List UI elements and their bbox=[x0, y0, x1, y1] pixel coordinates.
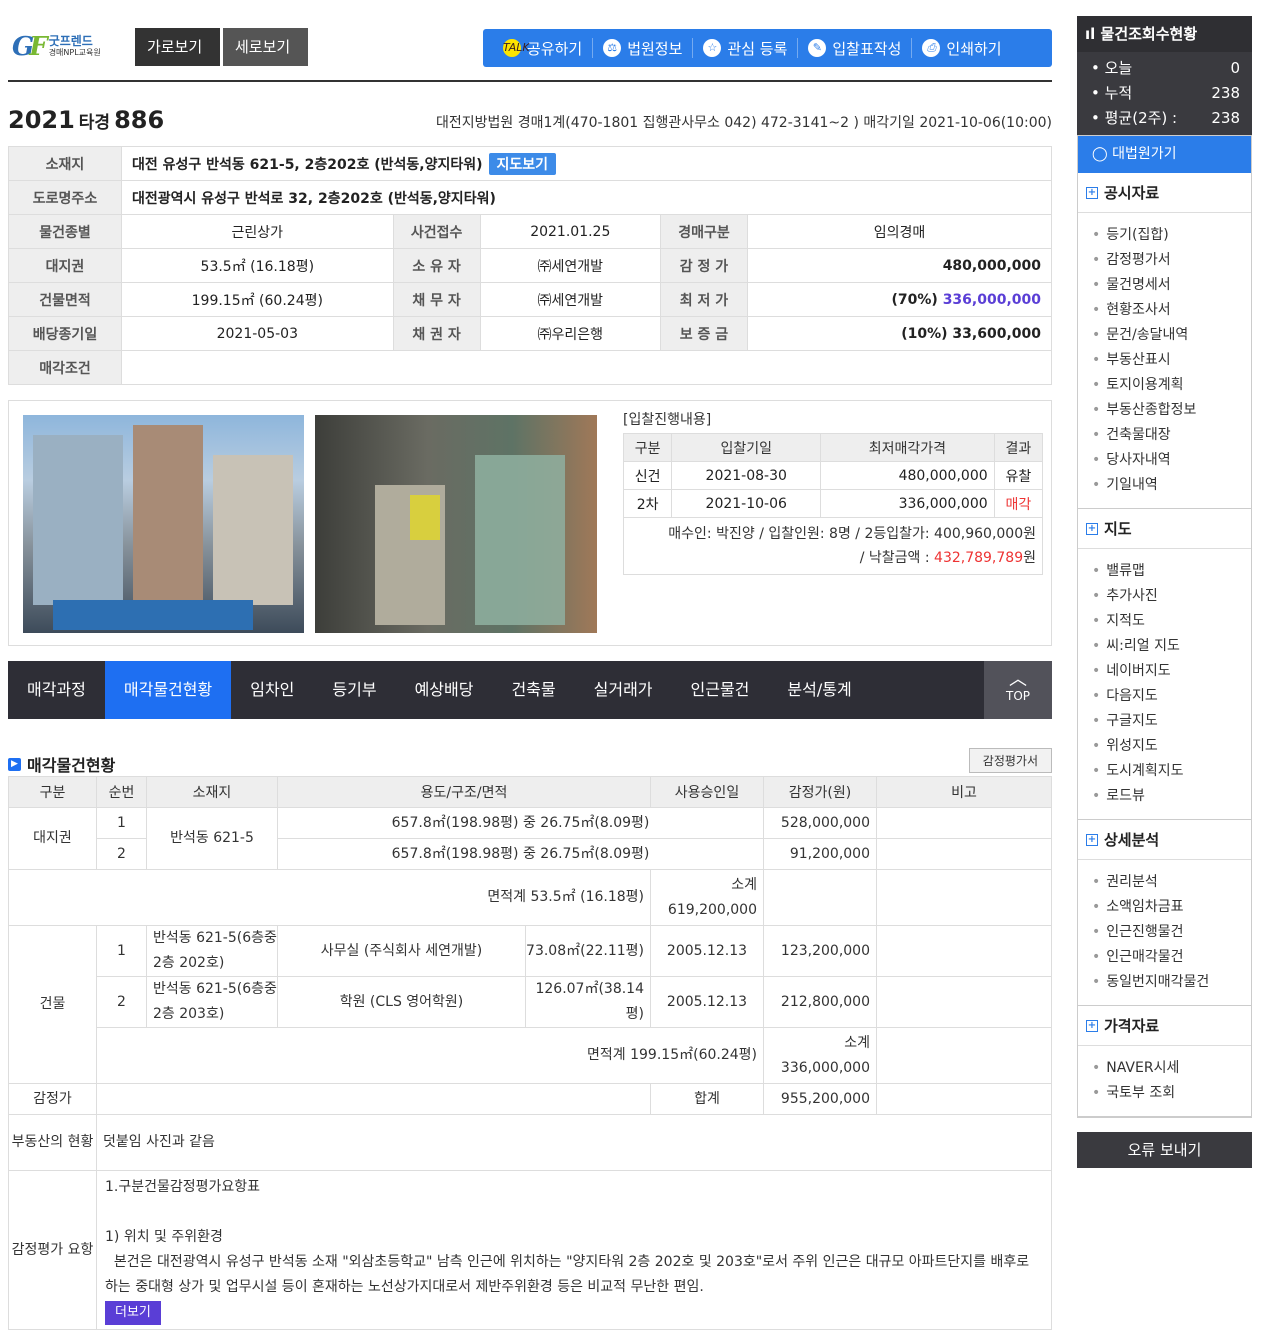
side-group-maps: +지도 밸류맵 추가사진 지적도 씨:리얼 지도 네이버지도 다음지도 구글지도… bbox=[1078, 509, 1251, 820]
section-icon: ▶ bbox=[8, 757, 21, 771]
side-link[interactable]: 토지이용계획 bbox=[1092, 373, 1251, 398]
court-icon: ⚖ bbox=[603, 39, 622, 57]
section-title: 매각물건현황 bbox=[27, 756, 116, 775]
tab-transactions[interactable]: 실거래가 bbox=[575, 661, 672, 719]
building-exterior-photo[interactable] bbox=[23, 415, 304, 633]
building-interior-photo[interactable] bbox=[315, 415, 597, 633]
side-link[interactable]: 동일번지매각물건 bbox=[1092, 970, 1251, 995]
side-link[interactable]: 등기(집합) bbox=[1092, 223, 1251, 248]
side-link[interactable]: 인근매각물건 bbox=[1092, 945, 1251, 970]
favorite-button[interactable]: ☆ 관심 등록 bbox=[693, 38, 799, 58]
section-header: ▶ 매각물건현황 감정평가서 bbox=[8, 748, 1052, 775]
side-link[interactable]: 국토부 조회 bbox=[1092, 1081, 1251, 1106]
side-link[interactable]: 부동산표시 bbox=[1092, 348, 1251, 373]
bar-chart-icon: ıl bbox=[1085, 25, 1096, 43]
logo-sub: 경매NPL교육원 bbox=[48, 48, 101, 57]
logo-mark: GF bbox=[12, 32, 48, 62]
appraisal-price: 480,000,000 bbox=[746, 248, 1053, 283]
main-content: GF 굿프렌드 경매NPL교육원 가로보기 세로보기 TALK 공유하기 ⚖ 법원정보… bbox=[8, 0, 1053, 1330]
table-row: 2차 2021-10-06 336,000,000 매각 bbox=[622, 489, 1044, 518]
appraisal-report-button[interactable]: 감정평가서 bbox=[968, 748, 1052, 773]
tab-sale-process[interactable]: 매각과정 bbox=[8, 661, 105, 719]
side-link[interactable]: 소액임차금표 bbox=[1092, 895, 1251, 920]
tab-building[interactable]: 건축물 bbox=[492, 661, 574, 719]
logo-brand: 굿프렌드 bbox=[48, 34, 93, 48]
side-link[interactable]: 네이버지도 bbox=[1092, 659, 1251, 684]
side-group-prices: +가격자료 NAVER시세 국토부 조회 bbox=[1078, 1006, 1251, 1117]
print-button[interactable]: ⎙ 인쇄하기 bbox=[912, 38, 1011, 58]
toolbar: TALK 공유하기 ⚖ 법원정보 ☆ 관심 등록 ✎ 입찰표작성 ⎙ 인쇄하기 bbox=[483, 29, 1052, 67]
side-link[interactable]: 로드뷰 bbox=[1092, 784, 1251, 809]
share-button[interactable]: TALK 공유하기 bbox=[493, 38, 594, 58]
kakao-icon: TALK bbox=[503, 39, 530, 57]
property-info-table: 소재지 대전 유성구 반석동 621-5, 2층202호 (반석동,양지타워) 지도… bbox=[8, 146, 1053, 385]
road-address: 대전광역시 유성구 반석로 32, 2층202호 (반석동,양지타워) bbox=[121, 180, 1052, 215]
tab-nearby[interactable]: 인근물건 bbox=[672, 661, 769, 719]
address: 대전 유성구 반석동 621-5, 2층202호 (반석동,양지타워) bbox=[132, 156, 483, 173]
side-link[interactable]: 구글지도 bbox=[1092, 709, 1251, 734]
map-view-button[interactable]: 지도보기 bbox=[488, 152, 557, 175]
side-link[interactable]: 감정평가서 bbox=[1092, 248, 1251, 273]
plus-icon: + bbox=[1086, 186, 1098, 199]
side-link[interactable]: 권리분석 bbox=[1092, 870, 1251, 895]
side-link[interactable]: 건축물대장 bbox=[1092, 423, 1251, 448]
side-link[interactable]: 인근진행물건 bbox=[1092, 920, 1251, 945]
scroll-top-button[interactable]: ︿ TOP bbox=[984, 661, 1052, 719]
side-link[interactable]: 다음지도 bbox=[1092, 684, 1251, 709]
side-link[interactable]: 밸류맵 bbox=[1092, 559, 1251, 584]
side-group-public: +공시자료 등기(집합) 감정평가서 물건명세서 현황조사서 문건/송달내역 부… bbox=[1078, 173, 1251, 509]
side-link[interactable]: 기일내역 bbox=[1092, 473, 1251, 498]
horizontal-view-button[interactable]: 가로보기 bbox=[135, 28, 220, 66]
side-link[interactable]: 당사자내역 bbox=[1092, 448, 1251, 473]
minimum-price: (70%) 336,000,000 bbox=[746, 282, 1053, 317]
vertical-view-button[interactable]: 세로보기 bbox=[223, 28, 308, 66]
side-group-analysis: +상세분석 권리분석 소액임차금표 인근진행물건 인근매각물건 동일번지매각물건 bbox=[1078, 820, 1251, 1006]
side-link[interactable]: 문건/송달내역 bbox=[1092, 323, 1251, 348]
court-contact: 대전지방법원 경매1계(470-1801 집행관사무소 042) 472-314… bbox=[436, 115, 1052, 131]
sale-items-table: 구분 순번 소재지 용도/구조/면적 사용승인일 감정가(원) 비고 대지권 1 반석동 621… bbox=[8, 776, 1052, 1330]
tab-tenants[interactable]: 임차인 bbox=[231, 661, 313, 719]
tab-analysis[interactable]: 분석/통계 bbox=[768, 661, 870, 719]
tab-dividend[interactable]: 예상배당 bbox=[396, 661, 493, 719]
photo-area: [입찰진행내용] 구분 입찰기일 최저매각가격 결과 신건 2021-08-30 480,… bbox=[8, 400, 1052, 646]
bid-history: [입찰진행내용] 구분 입찰기일 최저매각가격 결과 신건 2021-08-30 480,… bbox=[622, 409, 1044, 575]
side-link[interactable]: 추가사진 bbox=[1092, 584, 1251, 609]
side-link[interactable]: 현황조사서 bbox=[1092, 298, 1251, 323]
more-button[interactable]: 더보기 bbox=[105, 1301, 161, 1325]
side-link[interactable]: 씨:리얼 지도 bbox=[1092, 634, 1251, 659]
side-link[interactable]: 지적도 bbox=[1092, 609, 1251, 634]
total-appraisal: 955,200,000 bbox=[763, 1083, 877, 1115]
plus-icon: + bbox=[1086, 1019, 1098, 1032]
side-link[interactable]: 물건명세서 bbox=[1092, 273, 1251, 298]
court-info-button[interactable]: ⚖ 법원정보 bbox=[593, 38, 694, 58]
bid-form-button[interactable]: ✎ 입찰표작성 bbox=[798, 38, 913, 58]
error-report-button[interactable]: 오류 보내기 bbox=[1077, 1132, 1252, 1168]
header: GF 굿프렌드 경매NPL교육원 가로보기 세로보기 TALK 공유하기 ⚖ 법원정보… bbox=[8, 0, 1052, 82]
side-link[interactable]: 도시계획지도 bbox=[1092, 759, 1251, 784]
plus-icon: + bbox=[1086, 833, 1098, 846]
tab-registry[interactable]: 등기부 bbox=[313, 661, 395, 719]
section-tabs: 매각과정 매각물건현황 임차인 등기부 예상배당 건축물 실거래가 인근물건 분… bbox=[8, 661, 1052, 719]
document-icon: ✎ bbox=[808, 39, 827, 57]
logo[interactable]: GF 굿프렌드 경매NPL교육원 bbox=[12, 32, 101, 62]
deposit: (10%) 33,600,000 bbox=[746, 316, 1053, 351]
sidebar: ıl 물건조회수현황 • 오늘 0 • 누적 238 • 평균(2주) :238 ◯… bbox=[1077, 16, 1252, 1168]
side-link[interactable]: 부동산종합정보 bbox=[1092, 398, 1251, 423]
case-header: 2021 타경 886 대전지방법원 경매1계(470-1801 집행관사무소 04… bbox=[8, 104, 1052, 136]
supreme-court-link[interactable]: ◯ 대법원가기 bbox=[1078, 136, 1251, 173]
star-icon: ☆ bbox=[703, 39, 722, 57]
printer-icon: ⎙ bbox=[922, 39, 941, 57]
chevron-up-icon: ︿ bbox=[1009, 669, 1027, 690]
chat-icon: ◯ bbox=[1092, 146, 1108, 162]
tab-sale-items[interactable]: 매각물건현황 bbox=[104, 661, 232, 719]
winning-bid-summary: 매수인: 박진양 / 입찰인원: 8명 / 2등입찰가: 400,960,000… bbox=[623, 518, 1043, 575]
case-number: 2021 타경 886 bbox=[8, 106, 165, 134]
table-row: 신건 2021-08-30 480,000,000 유찰 bbox=[622, 461, 1044, 490]
view-count-panel: ıl 물건조회수현황 • 오늘 0 • 누적 238 • 평균(2주) :238 bbox=[1077, 16, 1252, 135]
side-link[interactable]: NAVER시세 bbox=[1092, 1056, 1251, 1081]
plus-icon: + bbox=[1086, 522, 1098, 535]
sale-conditions bbox=[121, 350, 1052, 385]
side-link[interactable]: 위성지도 bbox=[1092, 734, 1251, 759]
